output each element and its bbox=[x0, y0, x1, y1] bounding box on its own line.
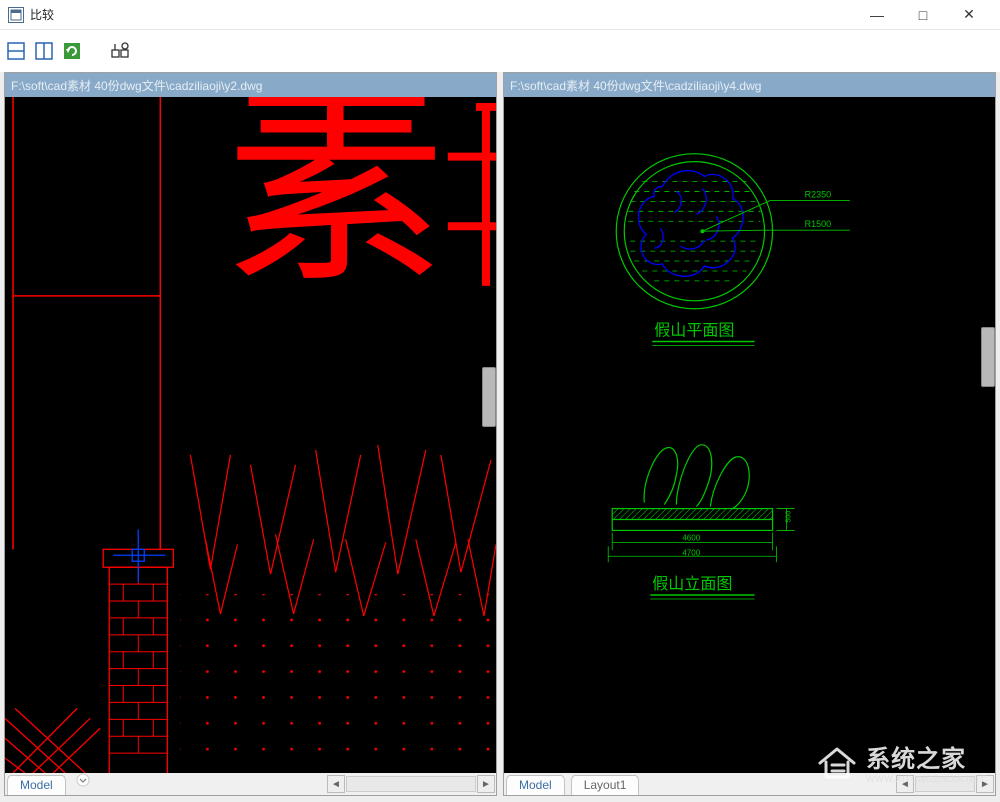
app-icon bbox=[8, 7, 24, 23]
dim-h: 500 bbox=[786, 511, 793, 523]
scroll-left-button[interactable]: ◄ bbox=[896, 775, 914, 793]
right-tab-layout1[interactable]: Layout1 bbox=[571, 775, 640, 795]
vertical-split-button[interactable] bbox=[34, 41, 54, 61]
left-pane-path: F:\soft\cad素材 40份dwg文件\cadziliaoji\y2.dw… bbox=[5, 73, 496, 97]
dim-r1: R2350 bbox=[805, 189, 832, 199]
left-pane: F:\soft\cad素材 40份dwg文件\cadziliaoji\y2.dw… bbox=[4, 72, 497, 796]
scroll-left-button[interactable]: ◄ bbox=[327, 775, 345, 793]
right-pane: F:\soft\cad素材 40份dwg文件\cadziliaoji\y4.dw… bbox=[503, 72, 996, 796]
elev-label: 假山立面图 bbox=[652, 575, 732, 593]
right-horizontal-scrollbar[interactable] bbox=[915, 776, 975, 792]
right-tabs-bar: Model Layout1 ◄ ► bbox=[504, 773, 995, 795]
refresh-icon bbox=[63, 42, 81, 60]
dim-w2: 4700 bbox=[682, 548, 700, 557]
left-tab-model[interactable]: Model bbox=[7, 775, 66, 795]
close-button[interactable]: ✕ bbox=[946, 0, 992, 30]
workspace: F:\soft\cad素材 40份dwg文件\cadziliaoji\y2.dw… bbox=[0, 72, 1000, 802]
minimize-button[interactable]: — bbox=[854, 0, 900, 30]
scroll-right-button[interactable]: ► bbox=[976, 775, 994, 793]
horizontal-split-button[interactable] bbox=[6, 41, 26, 61]
maximize-button[interactable]: □ bbox=[900, 0, 946, 30]
window-title: 比较 bbox=[30, 6, 54, 23]
right-tab-model[interactable]: Model bbox=[506, 775, 565, 795]
config-button[interactable] bbox=[110, 41, 130, 61]
tab-label: Layout1 bbox=[584, 778, 627, 792]
vertical-split-icon bbox=[35, 42, 53, 60]
refresh-button[interactable] bbox=[62, 41, 82, 61]
left-tabs-bar: Model ◄ ► bbox=[5, 773, 496, 795]
tab-label: Model bbox=[20, 778, 53, 792]
right-pane-path: F:\soft\cad素材 40份dwg文件\cadziliaoji\y4.dw… bbox=[504, 73, 995, 97]
config-icon bbox=[110, 42, 130, 60]
left-viewport[interactable]: 素 bbox=[5, 97, 496, 773]
dim-w1: 4600 bbox=[682, 533, 700, 542]
dim-r2: R1500 bbox=[805, 219, 832, 229]
cad-big-char: 素 bbox=[225, 97, 445, 309]
right-vertical-scrollbar[interactable] bbox=[981, 327, 995, 387]
toolbar bbox=[0, 30, 1000, 72]
window-titlebar: 比较 — □ ✕ bbox=[0, 0, 1000, 30]
left-vertical-scrollbar[interactable] bbox=[482, 367, 496, 427]
tab-label: Model bbox=[519, 778, 552, 792]
tab-dropdown-icon[interactable] bbox=[76, 773, 90, 795]
scroll-right-button[interactable]: ► bbox=[477, 775, 495, 793]
right-viewport[interactable]: R2350 R1500 假山平面图 bbox=[504, 97, 995, 773]
left-horizontal-scrollbar[interactable] bbox=[346, 776, 476, 792]
horizontal-split-icon bbox=[7, 42, 25, 60]
plan-label: 假山平面图 bbox=[654, 322, 734, 340]
